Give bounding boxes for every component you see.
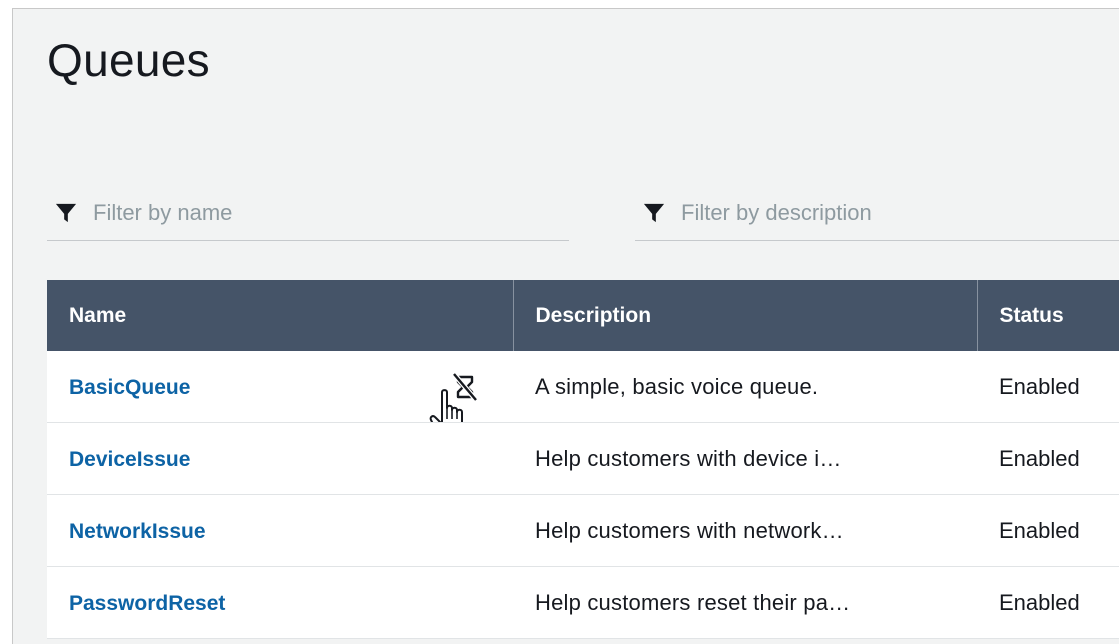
column-header-name[interactable]: Name	[47, 280, 514, 351]
queue-link[interactable]: NetworkIssue	[69, 520, 206, 543]
queue-name-cell: BasicQueue	[47, 351, 513, 423]
queue-description-cell: Help customers with network…	[513, 494, 977, 567]
table-row: NetworkIssue Help customers with network…	[47, 494, 1119, 567]
queue-link[interactable]: PasswordReset	[69, 592, 225, 615]
queue-description-cell: A simple, basic voice queue.	[513, 351, 977, 423]
page-title: Queues	[47, 34, 210, 86]
queue-status-cell: Enabled	[977, 566, 1119, 639]
filter-icon	[55, 203, 77, 222]
queue-status-cell: Enabled	[977, 351, 1119, 423]
filter-name-input[interactable]	[93, 199, 493, 226]
filter-by-description[interactable]	[635, 185, 1119, 241]
queue-link[interactable]: BasicQueue	[69, 376, 190, 399]
queue-name-cell: DeviceIssue	[47, 422, 513, 495]
queue-link[interactable]: DeviceIssue	[69, 448, 190, 471]
queue-name-cell: NetworkIssue	[47, 494, 513, 567]
table-row: PasswordReset Help customers reset their…	[47, 566, 1119, 639]
queue-description-cell: Help customers reset their pa…	[513, 566, 977, 639]
queue-description-cell: Help customers with device i…	[513, 422, 977, 495]
queues-table: Name Description Status BasicQueue A sim…	[47, 280, 1119, 639]
queue-name-cell: PasswordReset	[47, 566, 513, 639]
filter-icon	[643, 203, 665, 222]
column-header-status[interactable]: Status	[977, 280, 1119, 351]
table-row: DeviceIssue Help customers with device i…	[47, 422, 1119, 495]
table-header-row: Name Description Status	[47, 280, 1119, 351]
table-row: BasicQueue A simple, basic voice queue.	[47, 351, 1119, 423]
column-header-description[interactable]: Description	[513, 280, 978, 351]
filter-by-name[interactable]	[47, 185, 569, 241]
queue-status-cell: Enabled	[977, 494, 1119, 567]
queues-page: Queues Name Description Status	[12, 8, 1119, 644]
hand-cursor-icon	[429, 389, 463, 422]
queue-status-cell: Enabled	[977, 422, 1119, 495]
filter-description-input[interactable]	[681, 199, 1081, 226]
